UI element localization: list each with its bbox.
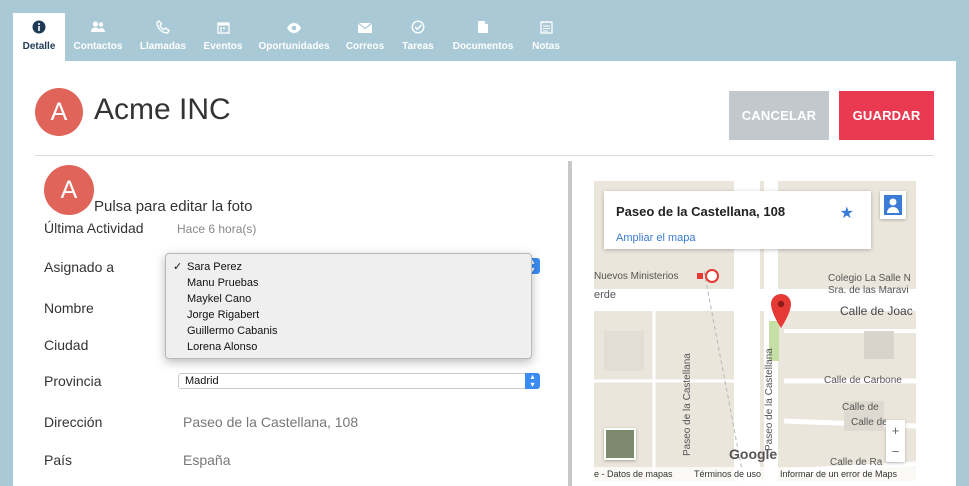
assignee-option[interactable]: Lorena Alonso — [166, 339, 531, 355]
cancel-button[interactable]: CANCELAR — [729, 91, 829, 140]
map-label-nuevos: Nuevos Ministerios — [594, 271, 679, 282]
detail-panel: A Acme INC CANCELAR GUARDAR A Pulsa para… — [13, 61, 956, 486]
check-circle-icon — [398, 20, 438, 38]
assigned-label: Asignado a — [44, 259, 115, 275]
name-label: Nombre — [44, 300, 94, 316]
map-label-castellana-2: Paseo de la Castellana — [764, 348, 775, 451]
header-divider — [35, 155, 934, 156]
map-label-carbonero: Calle de Carbone — [824, 375, 902, 386]
country-label: País — [44, 452, 73, 468]
eye-icon — [258, 20, 330, 38]
satellite-toggle[interactable] — [604, 428, 636, 460]
province-label: Provincia — [44, 373, 102, 389]
map-label-calle-3: Calle de — [842, 402, 879, 413]
tab-correos[interactable]: Correos — [343, 13, 387, 61]
assignee-option[interactable]: Guillermo Cabanis — [166, 323, 531, 339]
zoom-out-icon[interactable]: − — [886, 441, 905, 462]
select-arrows-icon: ▴ ▾ — [525, 373, 540, 389]
map-label-castellana-1: Paseo de la Castellana — [682, 353, 693, 456]
enlarge-map-link[interactable]: Ampliar el mapa — [616, 232, 695, 244]
assignee-dropdown: ✓ Sara Perez Manu Pruebas Maykel Cano Jor… — [165, 253, 532, 359]
address-value[interactable]: Paseo de la Castellana, 108 — [183, 414, 358, 430]
last-activity-value: Hace 6 hora(s) — [177, 222, 257, 236]
phone-icon — [138, 20, 188, 38]
assignee-option[interactable]: Manu Pruebas — [166, 275, 531, 291]
mail-icon — [343, 20, 387, 38]
edit-photo-hint[interactable]: Pulsa para editar la foto — [94, 198, 252, 215]
province-select[interactable]: Madrid ▴ ▾ — [178, 373, 540, 389]
map-label-colegio-2: Sra. de las Maravi — [828, 285, 909, 296]
map-data-credit: e - Datos de mapas — [594, 469, 673, 479]
map-pin-icon[interactable] — [770, 293, 792, 329]
calendar-icon — [200, 20, 246, 38]
column-divider — [568, 161, 572, 486]
zoom-in-icon[interactable]: + — [886, 420, 905, 441]
tab-detalle[interactable]: Detalle — [13, 13, 65, 61]
assignee-option[interactable]: ✓ Sara Perez — [166, 259, 531, 275]
users-icon — [70, 20, 126, 38]
info-icon — [13, 20, 65, 38]
report-error-link[interactable]: Informar de un error de Maps — [780, 467, 897, 481]
map-card-title: Paseo de la Castellana, 108 — [616, 204, 786, 219]
notes-icon — [528, 20, 564, 38]
map-footer: e - Datos de mapas Términos de uso Infor… — [594, 467, 916, 481]
assignee-option[interactable]: Maykel Cano — [166, 291, 531, 307]
assignee-option[interactable]: Jorge Rigabert — [166, 307, 531, 323]
address-label: Dirección — [44, 414, 103, 430]
tab-notas[interactable]: Notas — [528, 13, 564, 61]
google-logo: Google — [729, 446, 778, 462]
province-value: Madrid — [185, 375, 219, 387]
city-label: Ciudad — [44, 337, 89, 353]
terms-link[interactable]: Términos de uso — [694, 467, 761, 481]
map-label-verde: erde — [594, 289, 617, 301]
location-map[interactable]: Nuevos Ministerios erde Colegio La Salle… — [594, 181, 916, 481]
map-label-calle-4: Calle de — [851, 417, 888, 428]
checkmark-icon: ✓ — [173, 261, 183, 273]
photo-avatar[interactable]: A — [44, 165, 94, 215]
zoom-control: + − — [886, 420, 905, 462]
star-icon[interactable]: ★ — [840, 203, 854, 223]
tab-oportunidades[interactable]: Oportunidades — [258, 13, 330, 61]
tab-eventos[interactable]: Eventos — [200, 13, 246, 61]
map-label-joac: Calle de Joac — [840, 304, 913, 318]
map-label-colegio-1: Colegio La Salle N — [828, 273, 911, 284]
tab-documentos[interactable]: Documentos — [452, 13, 514, 61]
tab-contactos[interactable]: Contactos — [70, 13, 126, 61]
save-button[interactable]: GUARDAR — [839, 91, 934, 140]
tab-tareas[interactable]: Tareas — [398, 13, 438, 61]
country-value[interactable]: España — [183, 452, 230, 468]
map-info-card: Paseo de la Castellana, 108 Ampliar el m… — [604, 191, 871, 249]
page-title: Acme INC — [94, 93, 231, 126]
tab-bar: Detalle Contactos Llamadas Eventos Oport… — [0, 0, 969, 61]
document-icon — [452, 20, 514, 38]
last-activity-label: Última Actividad — [44, 220, 144, 236]
tab-llamadas[interactable]: Llamadas — [138, 13, 188, 61]
company-avatar: A — [35, 88, 83, 136]
street-view-icon[interactable] — [880, 191, 906, 219]
